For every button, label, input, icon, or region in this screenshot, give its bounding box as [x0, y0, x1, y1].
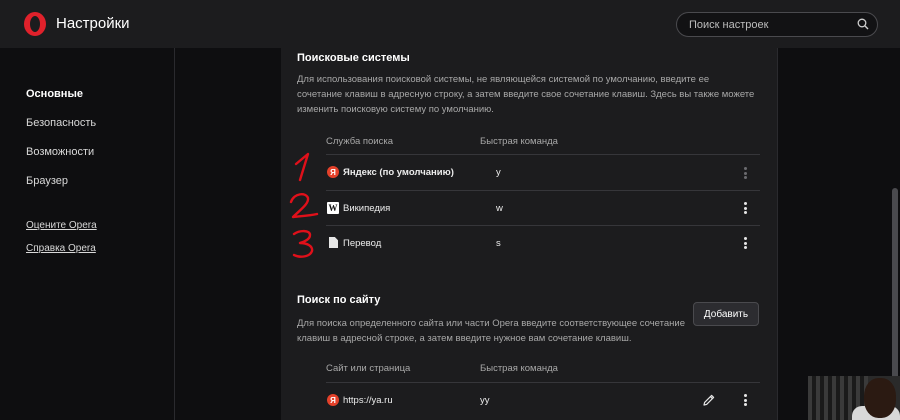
search-icon[interactable] — [857, 18, 869, 30]
search-engines-description: Для использования поисковой системы, не … — [297, 74, 755, 115]
divider — [326, 190, 760, 191]
yandex-icon: Я — [327, 394, 339, 406]
right-gutter — [777, 48, 890, 420]
document-icon — [329, 237, 338, 248]
sidebar-item-basic[interactable]: Основные — [26, 88, 83, 100]
divider — [326, 154, 760, 155]
more-options-icon[interactable] — [739, 201, 751, 215]
opera-logo-icon — [24, 12, 46, 36]
col-header-command: Быстрая команда — [480, 136, 558, 147]
add-button[interactable]: Добавить — [693, 302, 759, 326]
webcam-overlay — [808, 376, 900, 420]
pencil-icon[interactable] — [702, 393, 716, 407]
scrollbar-thumb[interactable] — [892, 188, 898, 400]
site-command: yy — [480, 395, 490, 406]
engine-command-yandex: y — [496, 167, 501, 178]
col-header-service: Служба поиска — [326, 136, 394, 147]
yandex-icon: Я — [327, 166, 339, 178]
webcam-person — [864, 378, 896, 418]
sidebar-item-features[interactable]: Возможности — [26, 146, 94, 158]
engine-command-translate: s — [496, 238, 501, 249]
divider — [326, 225, 760, 226]
engine-name-wikipedia: Википедия — [343, 203, 391, 214]
site-url: https://ya.ru — [343, 395, 393, 406]
page-title: Настройки — [56, 15, 130, 32]
engine-command-wikipedia: w — [496, 203, 503, 214]
sidebar-item-browser[interactable]: Браузер — [26, 175, 68, 187]
wikipedia-icon: W — [327, 202, 339, 214]
sidebar: Основные Безопасность Возможности Браузе… — [0, 48, 175, 420]
sidebar-item-security[interactable]: Безопасность — [26, 117, 96, 129]
col-header-site: Сайт или страница — [326, 363, 411, 374]
search-engines-title: Поисковые системы — [297, 52, 410, 64]
site-search-description: Для поиска определенного сайта или части… — [297, 318, 685, 344]
more-options-icon[interactable] — [739, 393, 751, 407]
top-bar: Настройки — [0, 0, 900, 48]
divider — [326, 382, 760, 383]
engine-name-yandex: Яндекс (по умолчанию) — [343, 167, 454, 178]
rate-opera-link[interactable]: Оцените Opera — [26, 220, 97, 231]
col-header-site-command: Быстрая команда — [480, 363, 558, 374]
more-options-icon[interactable] — [739, 236, 751, 250]
opera-help-link[interactable]: Справка Opera — [26, 243, 96, 254]
search-input[interactable] — [689, 13, 849, 36]
settings-search-box[interactable] — [676, 12, 878, 37]
settings-panel: Поисковые системы Для использования поис… — [281, 48, 777, 420]
more-options-icon[interactable] — [739, 166, 751, 180]
scrollbar[interactable] — [890, 48, 900, 420]
site-search-title: Поиск по сайту — [297, 294, 381, 306]
engine-name-translate: Перевод — [343, 238, 382, 249]
